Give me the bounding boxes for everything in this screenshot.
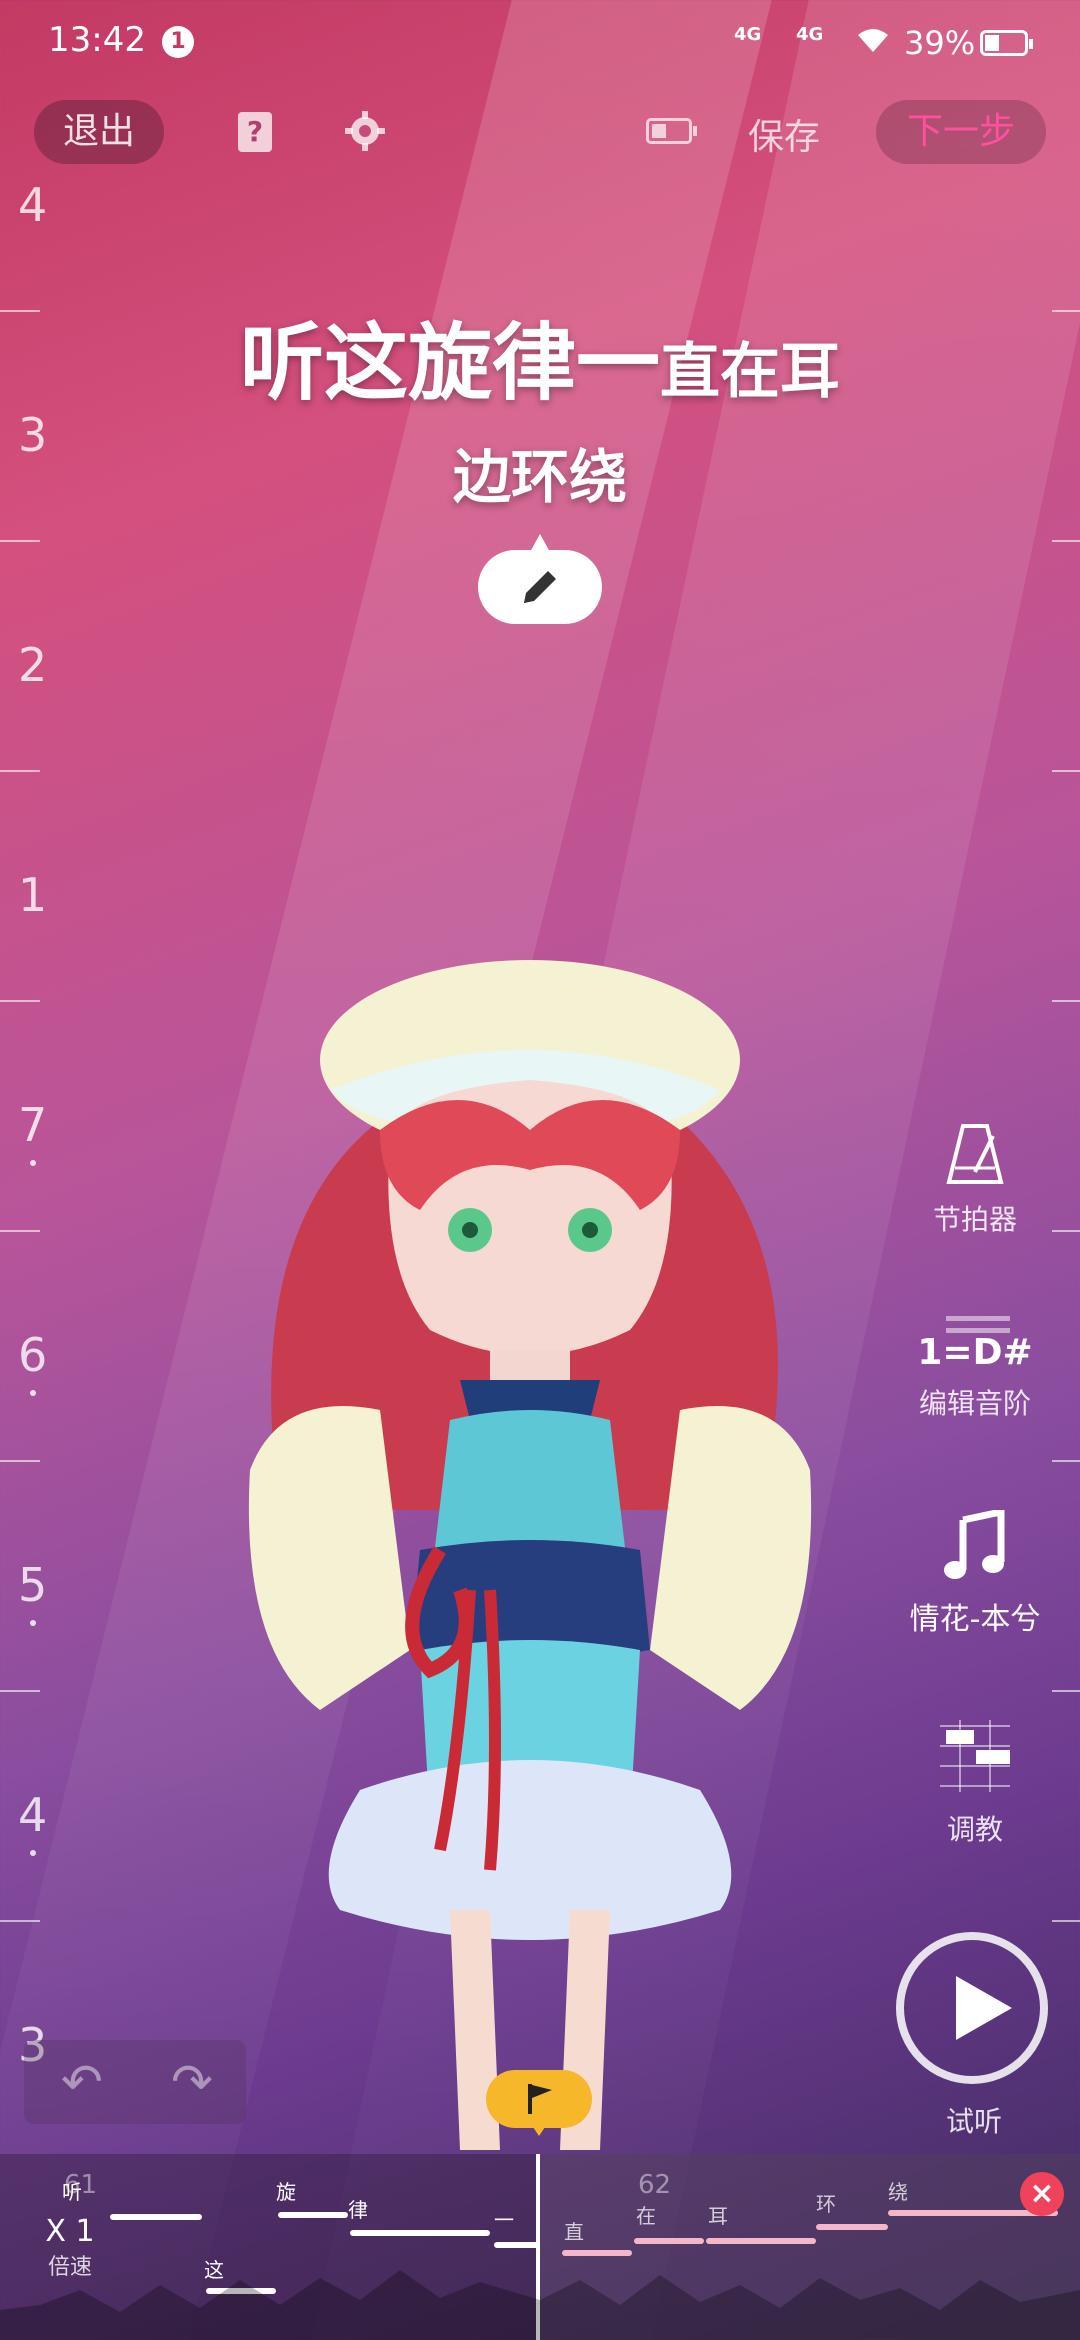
wifi-icon <box>858 29 888 52</box>
ruler-label: 1 <box>18 868 48 922</box>
piano-roll-icon <box>940 1720 1010 1792</box>
ruler-tick <box>0 1690 40 1692</box>
scale-icon: 1=D# <box>900 1310 1050 1374</box>
battery-mode-icon[interactable] <box>646 118 697 144</box>
ruler-tick <box>1052 1460 1080 1462</box>
ruler-tick <box>0 1230 40 1232</box>
timeline-word[interactable]: 耳 <box>708 2200 728 2229</box>
ruler-label: 7 <box>18 1098 48 1152</box>
audio-waveform <box>0 2270 1080 2340</box>
ruler-label: 2 <box>18 638 48 692</box>
play-button[interactable] <box>896 1932 1048 2084</box>
help-book-icon[interactable]: ? <box>238 112 272 152</box>
undo-icon[interactable]: ↶ <box>54 2054 110 2110</box>
lyric-line-1-tail: 直在耳 <box>660 337 840 407</box>
metronome-icon <box>946 1124 1004 1184</box>
battery-icon <box>980 30 1033 56</box>
timeline-note-bar[interactable] <box>494 2242 540 2248</box>
ruler-tick <box>1052 1690 1080 1692</box>
tune-button[interactable]: 调教 <box>900 1716 1050 1848</box>
timeline-word[interactable]: 旋 <box>276 2176 296 2205</box>
play-label: 试听 <box>945 2105 1002 2138</box>
speed-value: X 1 <box>45 2214 95 2249</box>
ruler-tick <box>1052 770 1080 772</box>
scale-value: 1=D# <box>917 1332 1033 1373</box>
tune-label: 调教 <box>946 1813 1003 1846</box>
timeline-note-bar[interactable] <box>110 2214 202 2220</box>
signal-4g-1: 4G <box>734 24 762 45</box>
timeline-note-bar[interactable] <box>350 2230 490 2236</box>
ruler-dot <box>30 1850 36 1856</box>
ruler-tick <box>0 540 40 542</box>
ruler-tick <box>0 1460 40 1462</box>
timeline-note-bar[interactable] <box>706 2238 816 2244</box>
ruler-tick <box>0 1000 40 1002</box>
gear-icon[interactable] <box>344 110 386 152</box>
lyric-line-1: 听这旋律一直在耳 <box>0 296 1080 417</box>
ruler-tick <box>1052 1230 1080 1232</box>
metronome-label: 节拍器 <box>932 1203 1017 1236</box>
redo-icon[interactable]: ↷ <box>164 2054 220 2110</box>
timeline-word[interactable]: 律 <box>348 2194 368 2223</box>
song-label: 情花-本兮 <box>909 1602 1041 1637</box>
timeline-word[interactable]: 绕 <box>888 2176 908 2205</box>
metronome-button[interactable]: 节拍器 <box>900 1122 1050 1238</box>
signal-4g-2: 4G <box>796 24 824 45</box>
flag-icon <box>528 2084 552 2114</box>
timeline-word[interactable]: 在 <box>636 2200 656 2229</box>
timeline-note-bar[interactable] <box>634 2238 704 2244</box>
timeline-word[interactable]: 听 <box>62 2176 82 2205</box>
ruler-tick <box>1052 540 1080 542</box>
ruler-tick <box>0 1920 40 1922</box>
notification-badge: 1 <box>162 26 194 58</box>
status-bar: 13:42 1 4G 4G 39% <box>0 0 1080 84</box>
timeline-note-bar[interactable] <box>816 2224 888 2230</box>
edit-lyrics-button[interactable] <box>478 534 602 624</box>
close-icon[interactable]: × <box>1020 2172 1064 2216</box>
battery-percent: 39% <box>904 24 976 62</box>
ruler-tick <box>0 770 40 772</box>
ruler-tick <box>1052 1000 1080 1002</box>
timeline-note-bar[interactable] <box>278 2212 348 2218</box>
ruler-dot <box>30 1390 36 1396</box>
ruler-label: 4 <box>18 1788 48 1842</box>
song-select-button[interactable]: 情花-本兮 <box>900 1507 1050 1638</box>
ruler-label: 6 <box>18 1328 48 1382</box>
ruler-dot <box>30 1160 36 1166</box>
timeline-word[interactable]: 一 <box>494 2204 514 2233</box>
edit-scale-button[interactable]: 1=D# 编辑音阶 <box>900 1310 1050 1422</box>
scale-label: 编辑音阶 <box>918 1387 1031 1420</box>
status-time: 13:42 <box>48 20 146 60</box>
timeline-word[interactable]: 直 <box>564 2216 584 2245</box>
pencil-icon <box>524 571 556 603</box>
ruler-tick <box>1052 1920 1080 1922</box>
ruler-label: 5 <box>18 1558 48 1612</box>
undo-redo-group: ↶ ↷ <box>24 2040 246 2124</box>
lyric-line-1-main: 听这旋律一 <box>239 314 660 412</box>
speed-control[interactable]: X 1 倍速 <box>30 2214 110 2281</box>
music-note-icon <box>944 1507 1005 1579</box>
ruler-label: 4 <box>18 178 48 232</box>
ruler-dot <box>30 1620 36 1626</box>
timeline-word[interactable]: 环 <box>816 2188 836 2217</box>
speed-label: 倍速 <box>47 2255 92 2280</box>
flag-marker-button[interactable] <box>486 2070 592 2136</box>
virtual-singer-character <box>248 960 812 2150</box>
timeline-marker: 62 <box>638 2170 672 2200</box>
lyric-line-2: 边环绕 <box>452 443 627 511</box>
